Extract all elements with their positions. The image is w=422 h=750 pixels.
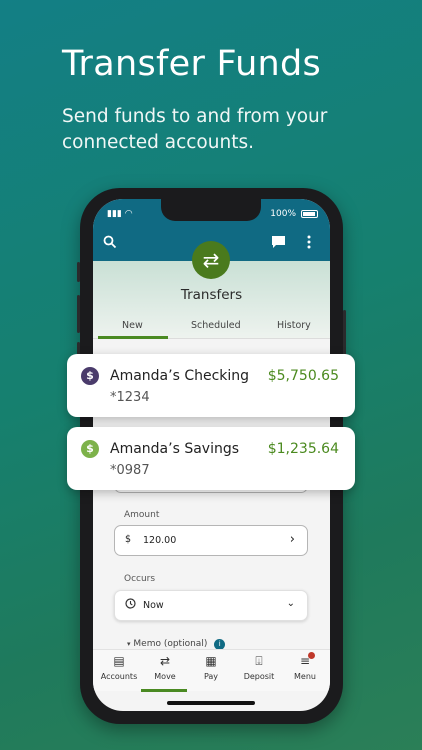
occurs-select[interactable]: Now ⌄ — [114, 590, 308, 621]
signal-wifi-icon: ▮▮▮ ◠ — [107, 209, 133, 219]
chevron-down-icon: ⌄ — [286, 598, 295, 609]
search-icon[interactable] — [103, 235, 117, 253]
nav-accounts[interactable]: ▤ Accounts — [95, 654, 143, 681]
promo-title: Transfer Funds — [62, 44, 322, 84]
nav-deposit[interactable]: ⍗ Deposit — [235, 654, 283, 681]
nav-menu[interactable]: ≡ Menu — [281, 654, 329, 681]
battery-icon — [301, 210, 318, 218]
accounts-icon: ▤ — [113, 654, 125, 668]
amount-value: 120.00 — [143, 535, 177, 546]
account-name: Amanda’s Savings — [110, 441, 240, 457]
chevron-right-icon: › — [289, 532, 295, 547]
account-number: *0987 — [110, 463, 150, 478]
account-card-checking[interactable]: $ Amanda’s Checking *1234 $5,750.65 — [67, 354, 355, 417]
dollar-icon: $ — [81, 367, 99, 385]
tab-scheduled[interactable]: Scheduled — [191, 320, 241, 331]
account-balance: $1,235.64 — [267, 441, 339, 457]
bottom-nav: ▤ Accounts ⇄ Move ▦ Pay ⍗ Deposit ≡ Menu — [93, 649, 330, 691]
pay-icon: ▦ — [205, 654, 217, 668]
phone-side-button — [77, 262, 80, 282]
more-options-icon[interactable] — [307, 235, 311, 253]
memo-label: Memo (optional) — [133, 639, 208, 649]
caret-down-icon: ▾ — [127, 640, 131, 648]
deposit-icon: ⍗ — [255, 654, 263, 668]
promo-subtitle: Send funds to and from your connected ac… — [62, 106, 328, 153]
account-number: *1234 — [110, 390, 150, 405]
battery-label: 100% — [270, 209, 296, 219]
dollar-icon: $ — [125, 534, 132, 545]
amount-label: Amount — [124, 510, 160, 520]
nav-move[interactable]: ⇄ Move — [141, 654, 189, 681]
chat-icon[interactable] — [271, 235, 286, 253]
amount-field[interactable]: $ 120.00 › — [114, 525, 308, 556]
phone-notch — [161, 199, 261, 221]
account-name: Amanda’s Checking — [110, 368, 250, 384]
occurs-label: Occurs — [124, 574, 156, 584]
account-card-savings[interactable]: $ Amanda’s Savings *0987 $1,235.64 — [67, 427, 355, 490]
account-balance: $5,750.65 — [267, 368, 339, 384]
tab-new[interactable]: New — [122, 320, 143, 331]
home-indicator — [167, 701, 255, 705]
notification-dot — [308, 652, 315, 659]
tab-history[interactable]: History — [277, 320, 311, 331]
nav-move-indicator — [141, 689, 187, 692]
page-title: Transfers — [180, 287, 243, 303]
occurs-value: Now — [143, 600, 164, 611]
nav-pay[interactable]: ▦ Pay — [187, 654, 235, 681]
transfer-arrows-icon: ⇄ — [192, 241, 230, 279]
dollar-icon: $ — [81, 440, 99, 458]
menu-icon: ≡ — [299, 654, 311, 668]
move-icon: ⇄ — [159, 654, 171, 668]
phone-volume-up — [77, 295, 80, 333]
clock-icon — [125, 598, 136, 612]
